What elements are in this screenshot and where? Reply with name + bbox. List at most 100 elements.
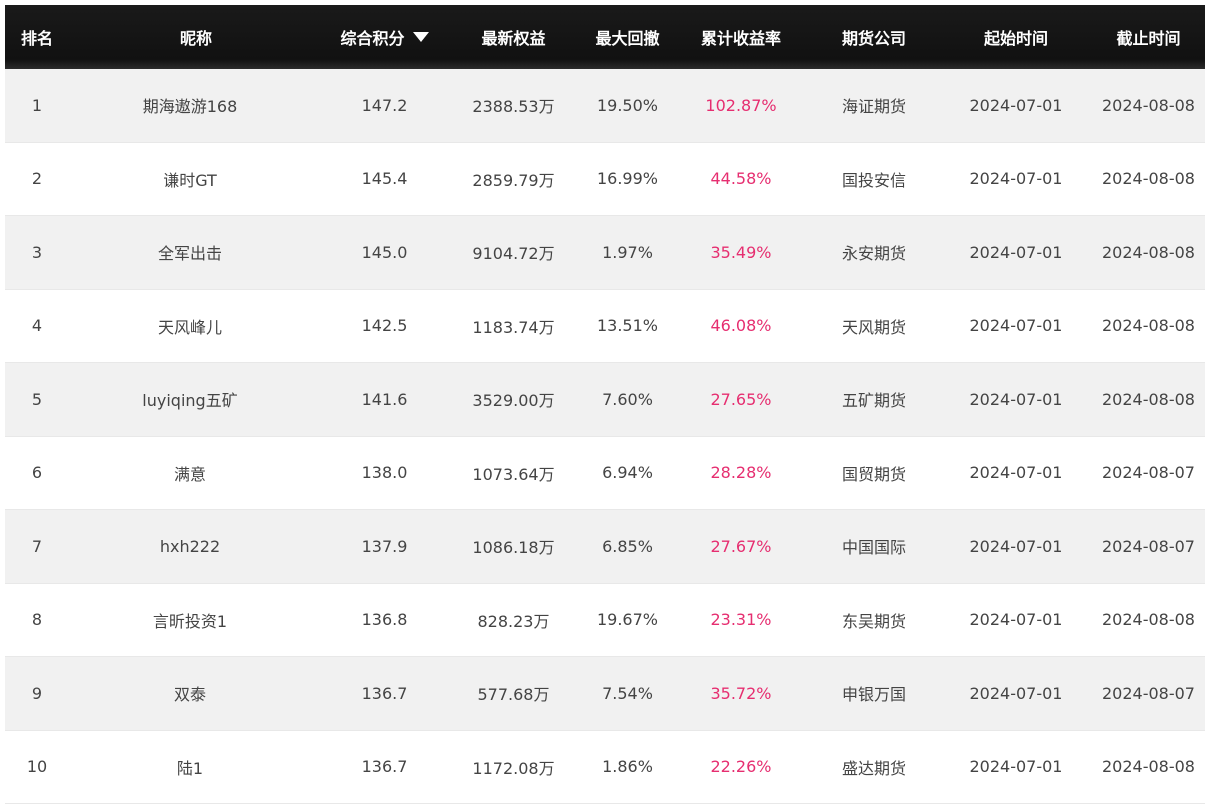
end-time-cell: 2024-08-08	[1102, 610, 1195, 630]
nickname-cell[interactable]: hxh222	[69, 537, 323, 556]
cum-return-cell: 22.26%	[710, 757, 772, 777]
start-time-cell: 2024-07-01	[969, 389, 1063, 409]
rank-cell: 3	[31, 242, 43, 262]
start-time-cell: 2024-07-01	[969, 169, 1063, 189]
start-time-cell: 2024-07-01	[969, 683, 1063, 703]
end-time-cell: 2024-08-08	[1102, 242, 1195, 262]
equity-cell: 2388.53万	[472, 97, 555, 117]
table-row[interactable]: 7 hxh222 137.9 1086.18万 6.85% 27.67% 中国国…	[5, 510, 1205, 584]
score-cell: 137.9	[361, 536, 408, 556]
equity-cell: 577.68万	[477, 685, 550, 705]
end-time-cell: 2024-08-08	[1102, 757, 1195, 777]
header-company[interactable]: 期货公司	[808, 25, 940, 49]
rank-cell: 6	[31, 463, 43, 483]
table-header: 排名 昵称 综合积分 最新权益 最大回撤 累计收益率 期货公司 起始时间 截止时…	[5, 5, 1205, 69]
max-drawdown-cell: 6.94%	[602, 463, 653, 483]
cum-return-cell: 102.87%	[705, 95, 777, 115]
end-time-cell: 2024-08-08	[1102, 389, 1195, 409]
score-cell: 138.0	[361, 463, 408, 483]
rank-cell: 10	[26, 757, 48, 777]
header-equity[interactable]: 最新权益	[446, 25, 581, 49]
score-cell: 136.8	[361, 610, 408, 630]
cum-return-cell: 28.28%	[710, 463, 772, 483]
equity-cell: 1172.08万	[472, 758, 555, 778]
company-cell: 五矿期货	[841, 391, 906, 411]
max-drawdown-cell: 7.54%	[602, 683, 653, 703]
nickname-cell[interactable]: luyiqing五矿	[69, 387, 323, 411]
max-drawdown-cell: 6.85%	[602, 536, 653, 556]
header-cum-return[interactable]: 累计收益率	[674, 25, 808, 49]
company-cell: 国投安信	[841, 170, 906, 190]
nickname-cell[interactable]: 满意	[69, 461, 323, 485]
nickname-cell[interactable]: 谦时GT	[69, 167, 323, 191]
rank-cell: 7	[31, 536, 43, 556]
header-rank[interactable]: 排名	[5, 25, 69, 49]
nickname-cell[interactable]: 天风峰儿	[69, 314, 323, 338]
company-cell: 海证期货	[841, 97, 906, 117]
triangle-down-icon[interactable]	[412, 32, 429, 42]
company-cell: 国贸期货	[841, 464, 906, 484]
table-row[interactable]: 2 谦时GT 145.4 2859.79万 16.99% 44.58% 国投安信…	[5, 142, 1205, 216]
start-time-cell: 2024-07-01	[969, 316, 1063, 336]
company-cell: 中国国际	[841, 538, 906, 558]
end-time-cell: 2024-08-08	[1102, 95, 1195, 115]
header-score[interactable]: 综合积分	[323, 25, 446, 49]
header-nickname[interactable]: 昵称	[69, 25, 323, 49]
table-row[interactable]: 9 双泰 136.7 577.68万 7.54% 35.72% 申银万国 202…	[5, 657, 1205, 731]
score-cell: 145.4	[361, 169, 408, 189]
nickname-cell[interactable]: 言昕投资1	[69, 608, 323, 632]
company-cell: 永安期货	[841, 244, 906, 264]
max-drawdown-cell: 19.50%	[596, 95, 658, 115]
equity-cell: 828.23万	[477, 611, 550, 631]
max-drawdown-cell: 13.51%	[596, 316, 658, 336]
nickname-cell[interactable]: 全军出击	[69, 240, 323, 264]
rank-cell: 4	[31, 316, 43, 336]
header-end-time[interactable]: 截止时间	[1092, 25, 1205, 49]
start-time-cell: 2024-07-01	[969, 463, 1063, 483]
nickname-cell[interactable]: 双泰	[69, 681, 323, 705]
company-cell: 申银万国	[841, 685, 906, 705]
header-max-drawdown[interactable]: 最大回撤	[581, 25, 674, 49]
nickname-cell[interactable]: 陆1	[69, 755, 323, 779]
start-time-cell: 2024-07-01	[969, 95, 1063, 115]
table-row[interactable]: 6 满意 138.0 1073.64万 6.94% 28.28% 国贸期货 20…	[5, 436, 1205, 510]
max-drawdown-cell: 19.67%	[596, 610, 658, 630]
table-row[interactable]: 10 陆1 136.7 1172.08万 1.86% 22.26% 盛达期货 2…	[5, 730, 1205, 804]
max-drawdown-cell: 1.86%	[602, 757, 653, 777]
cum-return-cell: 44.58%	[710, 169, 772, 189]
equity-cell: 1086.18万	[472, 538, 555, 558]
score-cell: 141.6	[361, 389, 408, 409]
max-drawdown-cell: 16.99%	[596, 169, 658, 189]
score-cell: 147.2	[361, 95, 408, 115]
score-cell: 136.7	[361, 683, 408, 703]
equity-cell: 3529.00万	[472, 391, 555, 411]
end-time-cell: 2024-08-07	[1102, 683, 1195, 703]
max-drawdown-cell: 7.60%	[602, 389, 653, 409]
table-row[interactable]: 8 言昕投资1 136.8 828.23万 19.67% 23.31% 东吴期货…	[5, 583, 1205, 657]
rank-cell: 8	[31, 610, 43, 630]
score-sort-control[interactable]: 综合积分	[340, 25, 429, 49]
cum-return-cell: 27.67%	[710, 536, 772, 556]
header-start-time[interactable]: 起始时间	[940, 25, 1092, 49]
score-cell: 145.0	[361, 242, 408, 262]
end-time-cell: 2024-08-08	[1102, 169, 1195, 189]
cum-return-cell: 35.49%	[710, 242, 772, 262]
table-row[interactable]: 5 luyiqing五矿 141.6 3529.00万 7.60% 27.65%…	[5, 363, 1205, 437]
rank-cell: 1	[31, 95, 43, 115]
table-row[interactable]: 4 天风峰儿 142.5 1183.74万 13.51% 46.08% 天风期货…	[5, 289, 1205, 363]
table-row[interactable]: 3 全军出击 145.0 9104.72万 1.97% 35.49% 永安期货 …	[5, 216, 1205, 290]
score-cell: 142.5	[361, 316, 408, 336]
score-cell: 136.7	[361, 757, 408, 777]
start-time-cell: 2024-07-01	[969, 242, 1063, 262]
equity-cell: 1073.64万	[472, 464, 555, 484]
max-drawdown-cell: 1.97%	[602, 242, 653, 262]
start-time-cell: 2024-07-01	[969, 610, 1063, 630]
cum-return-cell: 46.08%	[710, 316, 772, 336]
rank-cell: 2	[31, 169, 43, 189]
start-time-cell: 2024-07-01	[969, 757, 1063, 777]
cum-return-cell: 23.31%	[710, 610, 772, 630]
nickname-cell[interactable]: 期海遨游168	[69, 93, 323, 117]
table-row[interactable]: 1 期海遨游168 147.2 2388.53万 19.50% 102.87% …	[5, 69, 1205, 143]
end-time-cell: 2024-08-07	[1102, 536, 1195, 556]
cum-return-cell: 27.65%	[710, 389, 772, 409]
